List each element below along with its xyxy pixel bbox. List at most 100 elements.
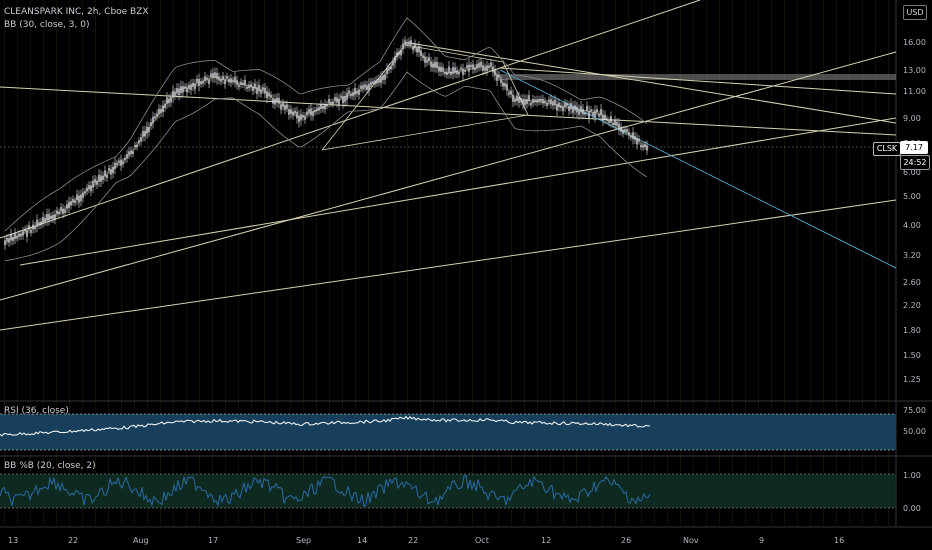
candle-body bbox=[448, 66, 450, 74]
bbp-panel-label[interactable]: BB %B (20, close, 2) bbox=[4, 461, 96, 471]
candle-body bbox=[46, 213, 48, 221]
candle-body bbox=[568, 105, 570, 112]
rsi-panel-label[interactable]: RSI (36, close) bbox=[4, 406, 69, 416]
last-price-badge: 7.17 bbox=[900, 141, 928, 154]
candle-body bbox=[166, 97, 168, 104]
candle-body bbox=[28, 225, 30, 230]
candle-body bbox=[142, 130, 144, 137]
candle-body bbox=[464, 69, 466, 72]
candle-body bbox=[630, 135, 632, 138]
price-tick: 9.00 bbox=[903, 114, 921, 123]
candle-body bbox=[528, 95, 530, 101]
candle-body bbox=[352, 92, 354, 97]
candle-body bbox=[476, 64, 478, 69]
candle-body bbox=[286, 104, 288, 109]
candle-body bbox=[118, 160, 120, 163]
candle-body bbox=[132, 151, 134, 154]
time-tick: 16 bbox=[834, 536, 844, 545]
candle-body bbox=[134, 145, 136, 148]
candle-body bbox=[542, 98, 544, 104]
candle-body bbox=[584, 112, 586, 115]
candle-body bbox=[510, 90, 512, 95]
candle-body bbox=[30, 229, 32, 233]
candle-body bbox=[288, 109, 290, 115]
candle-body bbox=[4, 240, 6, 246]
candle-body bbox=[382, 75, 384, 80]
candle-body bbox=[6, 237, 8, 242]
time-tick: Nov bbox=[683, 536, 699, 545]
candle-body bbox=[392, 61, 394, 66]
candle-body bbox=[176, 88, 178, 94]
candle-body bbox=[514, 98, 516, 103]
candle-body bbox=[442, 67, 444, 72]
candle-body bbox=[444, 71, 446, 75]
candle-body bbox=[144, 130, 146, 137]
candle-body bbox=[44, 218, 46, 222]
candle-body bbox=[238, 84, 240, 88]
time-tick: 9 bbox=[759, 536, 764, 545]
candle-body bbox=[390, 65, 392, 70]
candle-body bbox=[90, 185, 92, 192]
candle-body bbox=[152, 116, 154, 124]
candle-body bbox=[114, 162, 116, 169]
candle-body bbox=[626, 129, 628, 133]
candle-body bbox=[68, 201, 70, 208]
candle-body bbox=[276, 97, 278, 103]
candle-body bbox=[414, 43, 416, 49]
price-tick: 1.50 bbox=[903, 351, 921, 360]
candle-body bbox=[342, 96, 344, 104]
candle-body bbox=[312, 111, 314, 117]
candle-body bbox=[296, 111, 298, 119]
countdown-badge: 24:52 bbox=[900, 155, 930, 170]
candle-body bbox=[106, 174, 108, 179]
candle-body bbox=[388, 66, 390, 71]
candle-body bbox=[404, 40, 406, 45]
candle-body bbox=[174, 91, 176, 96]
candle-body bbox=[236, 80, 238, 85]
candle-body bbox=[16, 236, 18, 239]
candle-body bbox=[604, 114, 606, 120]
bb-indicator-label[interactable]: BB (30, close, 3, 0) bbox=[4, 20, 89, 30]
candle-body bbox=[546, 102, 548, 106]
candle-body bbox=[558, 102, 560, 108]
candle-body bbox=[356, 91, 358, 94]
candle-body bbox=[394, 56, 396, 63]
candle-body bbox=[602, 114, 604, 121]
candle-body bbox=[130, 150, 132, 154]
candle-body bbox=[62, 208, 64, 214]
resistance-zone bbox=[500, 74, 896, 80]
candle-body bbox=[472, 64, 474, 70]
candle-body bbox=[182, 86, 184, 93]
candle-body bbox=[468, 64, 470, 72]
currency-button[interactable]: USD bbox=[903, 5, 927, 20]
candle-body bbox=[598, 113, 600, 117]
candle-body bbox=[200, 81, 202, 85]
candle-body bbox=[532, 98, 534, 104]
candle-body bbox=[540, 98, 542, 102]
candle-body bbox=[416, 47, 418, 53]
candle-body bbox=[350, 93, 352, 97]
candle-body bbox=[608, 120, 610, 123]
candle-body bbox=[22, 231, 24, 236]
candle-body bbox=[330, 101, 332, 105]
chart-canvas[interactable]: 16.0013.0011.009.007.506.005.004.003.202… bbox=[0, 0, 932, 550]
candle-body bbox=[438, 66, 440, 72]
candle-body bbox=[34, 225, 36, 230]
candle-body bbox=[120, 159, 122, 166]
candle-body bbox=[80, 194, 82, 202]
candle-body bbox=[100, 175, 102, 182]
candle-body bbox=[378, 78, 380, 83]
candle-body bbox=[294, 110, 296, 114]
candle-body bbox=[524, 99, 526, 106]
candle-body bbox=[644, 144, 646, 147]
candle-body bbox=[234, 76, 236, 83]
candle-body bbox=[122, 161, 124, 165]
candle-body bbox=[52, 215, 54, 220]
candle-body bbox=[580, 106, 582, 113]
candle-body bbox=[102, 175, 104, 180]
candle-body bbox=[400, 49, 402, 56]
time-tick: Sep bbox=[296, 536, 311, 545]
candle-body bbox=[440, 66, 442, 72]
candle-body bbox=[210, 73, 212, 78]
candle-body bbox=[606, 118, 608, 122]
